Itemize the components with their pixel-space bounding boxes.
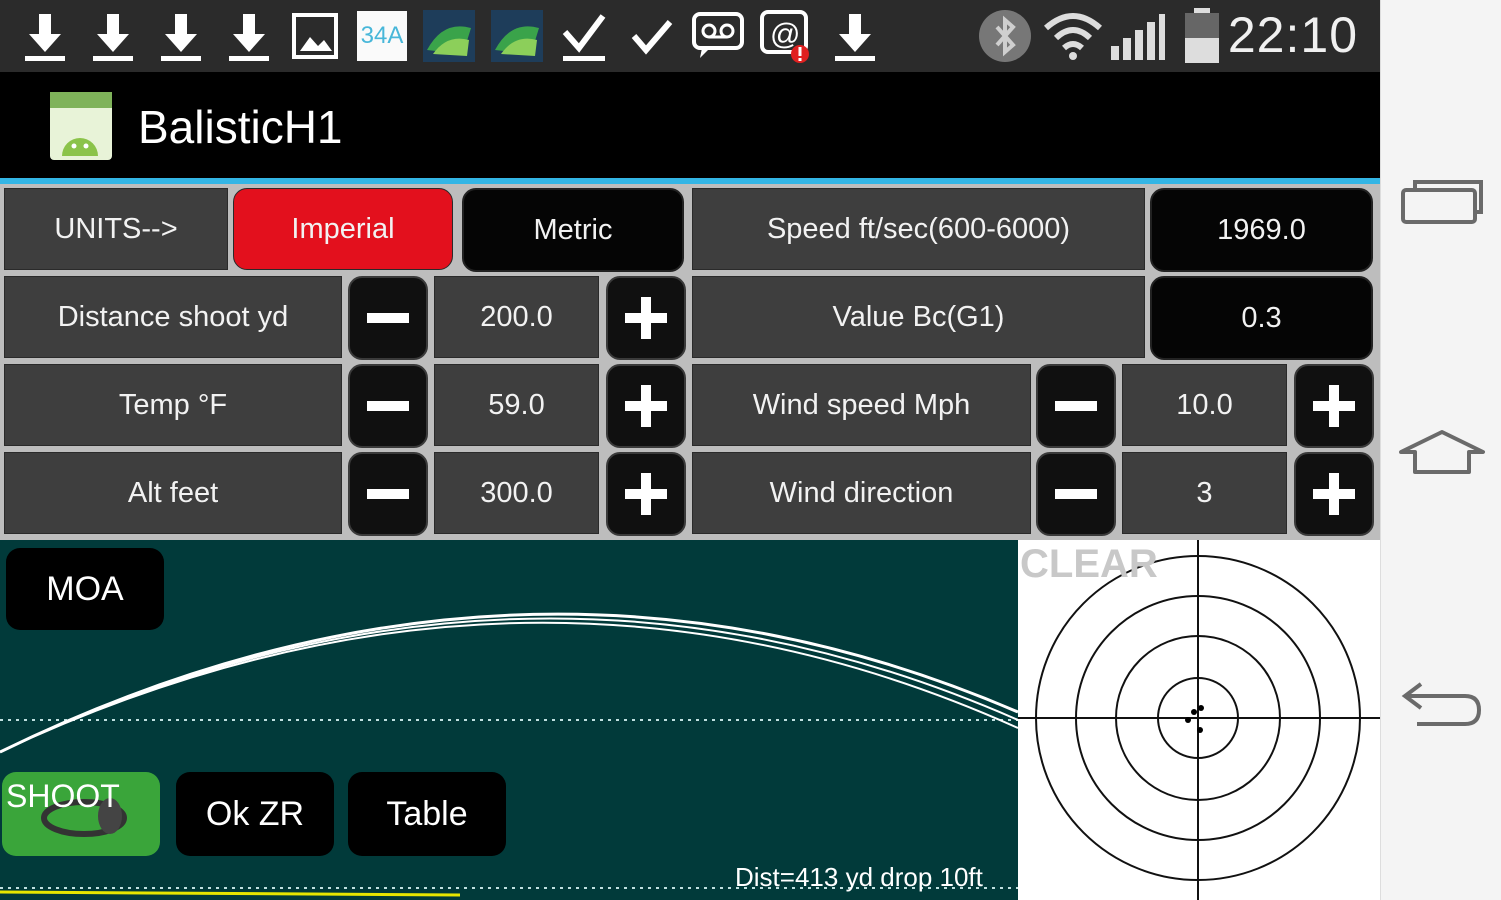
plus-icon (625, 297, 667, 339)
download-icon (156, 8, 206, 64)
ballistic-controls: UNITS--> Imperial Metric Speed ft/sec(60… (0, 184, 1380, 540)
speed-label: Speed ft/sec(600-6000) (692, 188, 1145, 270)
shoot-label: SHOOT (6, 778, 120, 814)
units-label: UNITS--> (4, 188, 228, 270)
download-icon (20, 8, 70, 64)
action-bar: BalisticH1 (0, 72, 1380, 184)
temp-value: 59.0 (434, 364, 599, 446)
alt-value: 300.0 (434, 452, 599, 534)
signal-icon (1108, 8, 1168, 64)
checkmark-icon (628, 8, 676, 64)
alt-minus-button[interactable] (348, 452, 428, 536)
wind-direction-plus-button[interactable] (1294, 452, 1374, 536)
bc-label: Value Bc(G1) (692, 276, 1145, 358)
minus-icon (367, 489, 409, 499)
trajectory-plot[interactable]: MOA SHOOT Ok ZR Table Dist=413 yd drop 1… (0, 540, 1018, 900)
wind-speed-minus-button[interactable] (1036, 364, 1116, 448)
back-icon[interactable] (1399, 676, 1485, 732)
distance-label: Distance shoot yd (4, 276, 342, 358)
bc-input[interactable]: 0.3 (1150, 276, 1373, 360)
ok-zr-button[interactable]: Ok ZR (176, 772, 334, 856)
wind-speed-value: 10.0 (1122, 364, 1287, 446)
clear-button[interactable]: CLEAR (1020, 542, 1158, 587)
target-rings (1018, 540, 1380, 900)
speed-input[interactable]: 1969.0 (1150, 188, 1373, 272)
image-icon (290, 8, 340, 64)
moa-button[interactable]: MOA (6, 548, 164, 630)
distance-value: 200.0 (434, 276, 599, 358)
alt-plus-button[interactable] (606, 452, 686, 536)
download-icon (224, 8, 274, 64)
app-title: BalisticH1 (138, 101, 343, 153)
recent-apps-icon[interactable] (1399, 176, 1485, 226)
app-icon (48, 90, 114, 162)
distance-plus-button[interactable] (606, 276, 686, 360)
minus-icon (1055, 489, 1097, 499)
temp-minus-button[interactable] (348, 364, 428, 448)
download-icon (830, 8, 880, 64)
app-34a-icon: 34A (356, 8, 408, 64)
minus-icon (1055, 401, 1097, 411)
email-alert-icon: @ (760, 8, 812, 64)
download-icon (88, 8, 138, 64)
gis-app-icon (422, 8, 476, 64)
status-clock: 22:10 (1227, 7, 1358, 63)
alt-label: Alt feet (4, 452, 342, 534)
gis-app-icon (490, 8, 544, 64)
shoot-button[interactable]: SHOOT (2, 772, 160, 856)
navigation-bar (1380, 0, 1501, 900)
metric-button[interactable]: Metric (462, 188, 684, 272)
temp-plus-button[interactable] (606, 364, 686, 448)
battery-icon (1180, 8, 1224, 64)
wind-direction-label: Wind direction (692, 452, 1031, 534)
target-panel[interactable]: CLEAR (1018, 540, 1380, 900)
temp-label: Temp °F (4, 364, 342, 446)
wind-direction-value: 3 (1122, 452, 1287, 534)
bluetooth-icon (978, 8, 1032, 64)
minus-icon (367, 313, 409, 323)
distance-drop-readout: Dist=413 yd drop 10ft (735, 862, 983, 892)
distance-minus-button[interactable] (348, 276, 428, 360)
plus-icon (625, 473, 667, 515)
wifi-icon (1042, 8, 1104, 64)
checkmark-underline-icon (558, 8, 610, 64)
home-icon[interactable] (1397, 428, 1487, 478)
wind-direction-minus-button[interactable] (1036, 452, 1116, 536)
table-button[interactable]: Table (348, 772, 506, 856)
wind-speed-plus-button[interactable] (1294, 364, 1374, 448)
status-bar: 34A @ 22:10 (0, 0, 1380, 72)
imperial-button[interactable]: Imperial (233, 188, 453, 270)
wind-speed-label: Wind speed Mph (692, 364, 1031, 446)
plus-icon (1313, 385, 1355, 427)
minus-icon (367, 401, 409, 411)
plus-icon (1313, 473, 1355, 515)
voicemail-icon (692, 8, 744, 64)
plus-icon (625, 385, 667, 427)
